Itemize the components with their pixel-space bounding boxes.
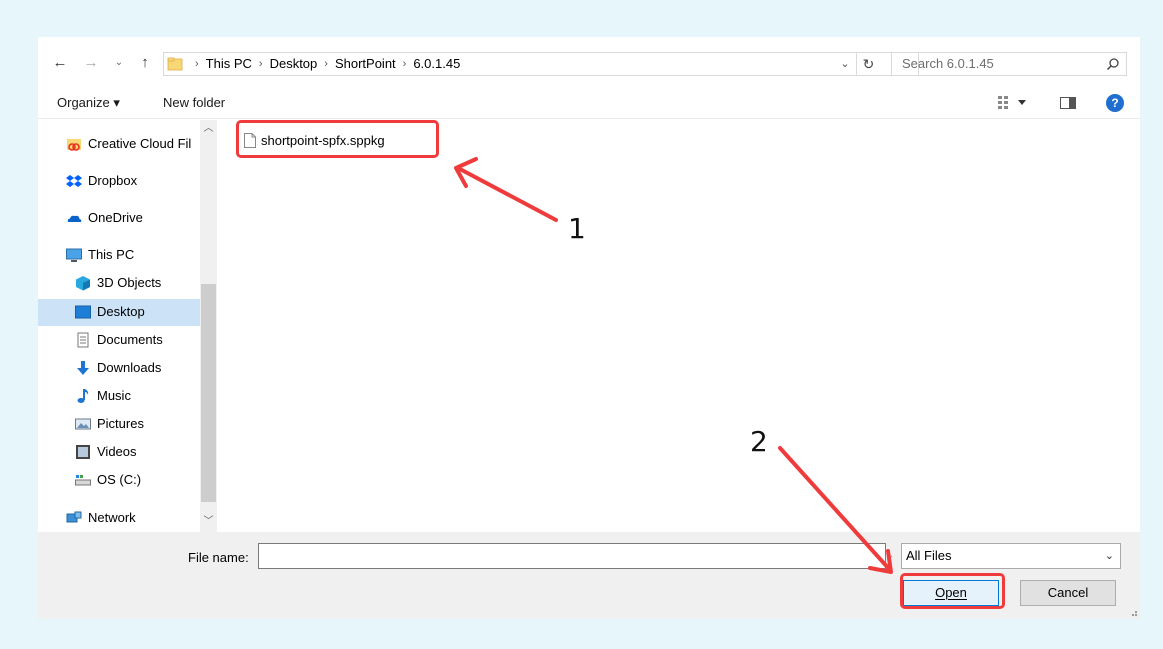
address-row: ← → ⌄ ↑ › This PC › Desktop › ShortPoint… bbox=[38, 37, 1140, 87]
desktop-icon bbox=[75, 305, 91, 319]
nav-item-label: Pictures bbox=[97, 416, 144, 431]
back-arrow-icon[interactable]: ← bbox=[50, 54, 70, 72]
nav-item-dropbox[interactable]: Dropbox bbox=[66, 168, 137, 194]
search-input[interactable]: Search 6.0.1.45 bbox=[891, 52, 1127, 76]
address-bar[interactable]: › This PC › Desktop › ShortPoint › 6.0.1… bbox=[163, 52, 919, 76]
dropbox-icon bbox=[66, 175, 82, 187]
file-type-value: All Files bbox=[906, 548, 952, 563]
breadcrumb-separator-icon: › bbox=[258, 58, 263, 70]
change-view-icon[interactable] bbox=[998, 95, 1028, 112]
scroll-up-chevron-icon[interactable]: ︿ bbox=[200, 120, 217, 137]
nav-item-label: This PC bbox=[88, 247, 135, 262]
breadcrumb-this-pc[interactable]: This PC bbox=[206, 53, 252, 75]
nav-item-this-pc[interactable]: This PC bbox=[66, 242, 134, 268]
nav-item-label: OneDrive bbox=[88, 210, 143, 225]
file-item[interactable]: shortpoint-spfx.sppkg bbox=[244, 130, 385, 150]
dialog-footer: File name: ⌄ All Files ⌄ Open Cancel bbox=[38, 532, 1140, 619]
breadcrumb-separator-icon: › bbox=[324, 58, 328, 70]
search-icon[interactable] bbox=[1106, 57, 1120, 71]
onedrive-icon bbox=[67, 215, 82, 222]
nav-item-label: Creative Cloud Fil bbox=[88, 136, 192, 151]
breadcrumb-separator-icon: › bbox=[402, 58, 407, 70]
nav-item-label: Dropbox bbox=[88, 173, 138, 188]
help-icon[interactable]: ? bbox=[1106, 94, 1124, 112]
nav-pane-scrollbar[interactable]: ︿ ﹀ bbox=[200, 120, 217, 532]
new-folder-button[interactable]: New folder bbox=[163, 95, 225, 110]
folder-icon bbox=[167, 57, 183, 71]
file-name-dropdown-chevron-icon[interactable]: ⌄ bbox=[886, 543, 902, 569]
breadcrumb-version-folder[interactable]: 6.0.1.45 bbox=[413, 53, 460, 75]
view-options-icon bbox=[998, 96, 1026, 109]
nav-item-label: Documents bbox=[97, 332, 163, 347]
nav-item-label: Music bbox=[97, 388, 131, 403]
preview-pane-icon[interactable] bbox=[1060, 97, 1076, 109]
cancel-button[interactable]: Cancel bbox=[1020, 580, 1116, 606]
file-name-input[interactable] bbox=[258, 543, 886, 569]
nav-item-label: Desktop bbox=[97, 304, 145, 319]
breadcrumb-separator-icon: › bbox=[195, 58, 199, 70]
scroll-down-chevron-icon[interactable]: ﹀ bbox=[200, 513, 217, 530]
nav-item-os-drive[interactable]: OS (C:) bbox=[75, 467, 141, 493]
nav-item-documents[interactable]: Documents bbox=[75, 327, 163, 353]
documents-icon bbox=[77, 332, 89, 348]
breadcrumb-shortpoint[interactable]: ShortPoint bbox=[335, 53, 396, 75]
navigation-pane: Creative Cloud Fil Dropbox OneDrive This… bbox=[38, 120, 218, 532]
nav-item-3d-objects[interactable]: 3D Objects bbox=[75, 270, 161, 296]
file-name-text: shortpoint-spfx.sppkg bbox=[261, 132, 385, 148]
drive-icon bbox=[75, 475, 91, 486]
resize-grip-icon[interactable] bbox=[1128, 607, 1138, 617]
nav-item-label: Network bbox=[88, 510, 136, 525]
nav-item-label: Videos bbox=[97, 444, 137, 459]
file-type-select[interactable]: All Files ⌄ bbox=[901, 543, 1121, 569]
nav-item-creative-cloud[interactable]: Creative Cloud Fil bbox=[66, 131, 191, 157]
nav-item-label: OS (C:) bbox=[97, 472, 142, 487]
forward-arrow-icon[interactable]: → bbox=[81, 54, 101, 72]
breadcrumb-desktop[interactable]: Desktop bbox=[270, 53, 318, 75]
3d-objects-icon bbox=[76, 276, 90, 291]
file-list: shortpoint-spfx.sppkg bbox=[218, 120, 1140, 532]
nav-item-network[interactable]: Network bbox=[66, 505, 136, 531]
address-dropdown-chevron-icon[interactable]: ⌄ bbox=[833, 52, 857, 76]
creative-cloud-icon bbox=[67, 139, 81, 151]
nav-item-videos[interactable]: Videos bbox=[75, 439, 137, 465]
organize-button[interactable]: Organize ▾ bbox=[57, 95, 120, 111]
file-icon bbox=[244, 132, 256, 148]
recent-locations-chevron-icon[interactable]: ⌄ bbox=[109, 54, 129, 72]
videos-icon bbox=[76, 445, 90, 459]
breadcrumb: › This PC › Desktop › ShortPoint › 6.0.1… bbox=[188, 53, 460, 75]
nav-item-desktop[interactable]: Desktop bbox=[75, 299, 145, 325]
search-placeholder: Search 6.0.1.45 bbox=[902, 56, 994, 71]
scrollbar-thumb[interactable] bbox=[201, 284, 216, 502]
command-bar: Organize ▾ New folder ? bbox=[38, 87, 1140, 119]
nav-item-downloads[interactable]: Downloads bbox=[75, 355, 161, 381]
nav-item-label: 3D Objects bbox=[97, 275, 162, 290]
file-name-label: File name: bbox=[188, 550, 249, 565]
nav-item-pictures[interactable]: Pictures bbox=[75, 411, 144, 437]
downloads-icon bbox=[77, 361, 89, 375]
network-icon bbox=[66, 511, 82, 523]
nav-item-music[interactable]: Music bbox=[75, 383, 131, 409]
music-icon bbox=[77, 389, 89, 403]
chevron-down-icon: ⌄ bbox=[1104, 550, 1114, 562]
pictures-icon bbox=[75, 418, 91, 430]
computer-icon bbox=[66, 248, 82, 262]
up-arrow-icon[interactable]: ↑ bbox=[135, 54, 155, 72]
nav-item-label: Downloads bbox=[97, 360, 162, 375]
open-button[interactable]: Open bbox=[903, 580, 999, 606]
refresh-icon[interactable]: ↻ bbox=[856, 52, 880, 76]
open-file-dialog: ← → ⌄ ↑ › This PC › Desktop › ShortPoint… bbox=[38, 37, 1140, 619]
nav-item-onedrive[interactable]: OneDrive bbox=[66, 205, 143, 231]
